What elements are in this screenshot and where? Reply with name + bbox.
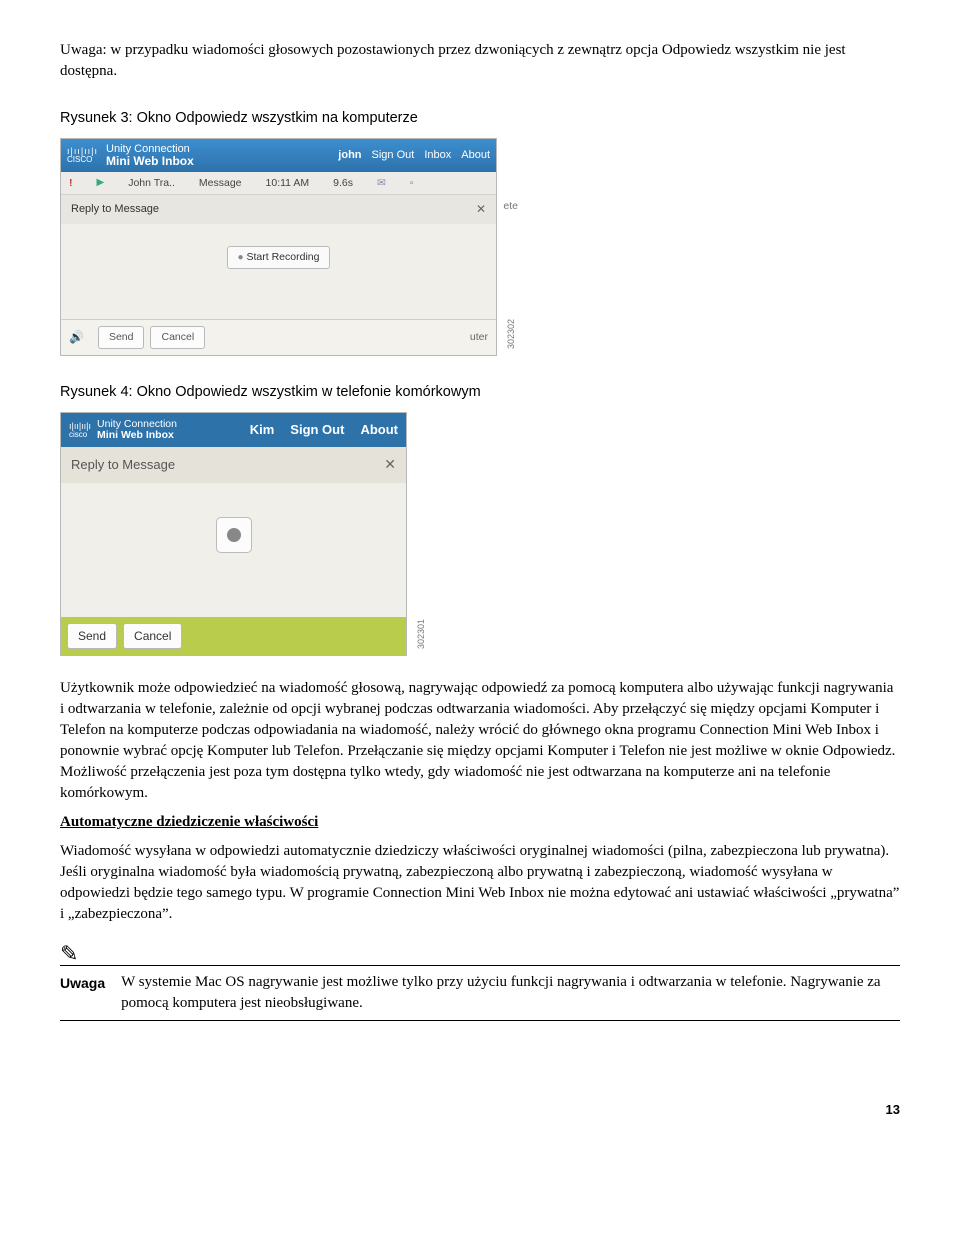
inbox-link[interactable]: Inbox (424, 148, 451, 163)
header-user: Kim (250, 421, 275, 439)
mobile-modal-body (61, 483, 406, 617)
close-icon[interactable]: ✕ (384, 455, 396, 475)
desktop-screenshot: 302302 ı|ıı|ıı|ı CISCO Unity Connection … (60, 138, 497, 355)
app-header: ı|ıı|ıı|ı CISCO Unity Connection Mini We… (61, 139, 496, 172)
send-button[interactable]: Send (98, 326, 145, 349)
record-icon (227, 528, 241, 542)
footer-text: uter (470, 330, 488, 345)
image-code: 302302 (505, 319, 518, 349)
cancel-button[interactable]: Cancel (123, 623, 182, 650)
row-time: 10:11 AM (266, 176, 310, 191)
cancel-button[interactable]: Cancel (150, 326, 205, 349)
record-icon: ● (238, 252, 244, 263)
header-appname: Mini Web Inbox (97, 430, 177, 442)
cisco-text: CISCO (67, 156, 98, 164)
start-recording-button[interactable]: ● Start Recording (227, 246, 331, 269)
about-link[interactable]: About (461, 148, 490, 163)
start-recording-label: Start Recording (247, 251, 320, 263)
cisco-text: cisco (69, 431, 91, 439)
bottom-toolbar: 🔊 Send Cancel uter (61, 319, 496, 355)
send-button[interactable]: Send (67, 623, 117, 650)
mobile-bottom-bar: Send Cancel (61, 617, 406, 656)
intro-paragraph: Uwaga: w przypadku wiadomości głosowych … (60, 40, 900, 82)
modal-body: ● Start Recording (61, 224, 496, 319)
auto-inherit-paragraph: Wiadomość wysyłana w odpowiedzi automaty… (60, 841, 900, 925)
page-number: 13 (60, 1101, 900, 1119)
save-icon: ▫ (410, 176, 414, 191)
modal-title: Reply to Message (71, 456, 175, 474)
header-appname: Mini Web Inbox (106, 155, 194, 168)
auto-inherit-heading: Automatyczne dziedziczenie właściwości (60, 812, 900, 833)
mobile-nav: Kim Sign Out About (250, 421, 398, 439)
header-user: john (338, 148, 361, 163)
header-nav: john Sign Out Inbox About (338, 148, 490, 163)
mobile-header: ı|ıı|ıı|ı cisco Unity Connection Mini We… (61, 413, 406, 447)
row-subject: Message (199, 176, 242, 191)
image-code: 302301 (415, 619, 428, 649)
row-from: John Tra.. (128, 176, 175, 191)
volume-icon[interactable]: 🔊 (69, 329, 84, 346)
message-row: ! ▶ John Tra.. Message 10:11 AM 9.6s ✉ ▫ (61, 172, 496, 195)
note-text: W systemie Mac OS nagrywanie jest możliw… (121, 972, 900, 1014)
figure3-caption: Rysunek 3: Okno Odpowiedz wszystkim na k… (60, 108, 900, 128)
note-label: Uwaga (60, 972, 105, 994)
mobile-screenshot: 302301 ı|ıı|ıı|ı cisco Unity Connection … (60, 412, 407, 656)
figure4-caption: Rysunek 4: Okno Odpowiedz wszystkim w te… (60, 382, 900, 402)
note-block: ✎ Uwaga W systemie Mac OS nagrywanie jes… (60, 943, 900, 1021)
about-link[interactable]: About (360, 421, 398, 439)
attach-icon: ✉ (377, 176, 386, 191)
note-icon: ✎ (60, 943, 900, 965)
priority-icon: ! (69, 176, 73, 191)
delete-truncated: ete (503, 199, 518, 214)
mobile-modal-titlebar: Reply to Message ✕ (61, 447, 406, 483)
play-icon[interactable]: ▶ (97, 176, 105, 190)
body-paragraph: Użytkownik może odpowiedzieć na wiadomoś… (60, 678, 900, 804)
record-button[interactable] (216, 517, 252, 553)
row-duration: 9.6s (333, 176, 353, 191)
signout-link[interactable]: Sign Out (290, 421, 344, 439)
close-icon[interactable]: ✕ (476, 201, 486, 218)
modal-title: Reply to Message (71, 202, 159, 217)
modal-titlebar: Reply to Message ✕ (61, 195, 496, 224)
signout-link[interactable]: Sign Out (372, 148, 415, 163)
